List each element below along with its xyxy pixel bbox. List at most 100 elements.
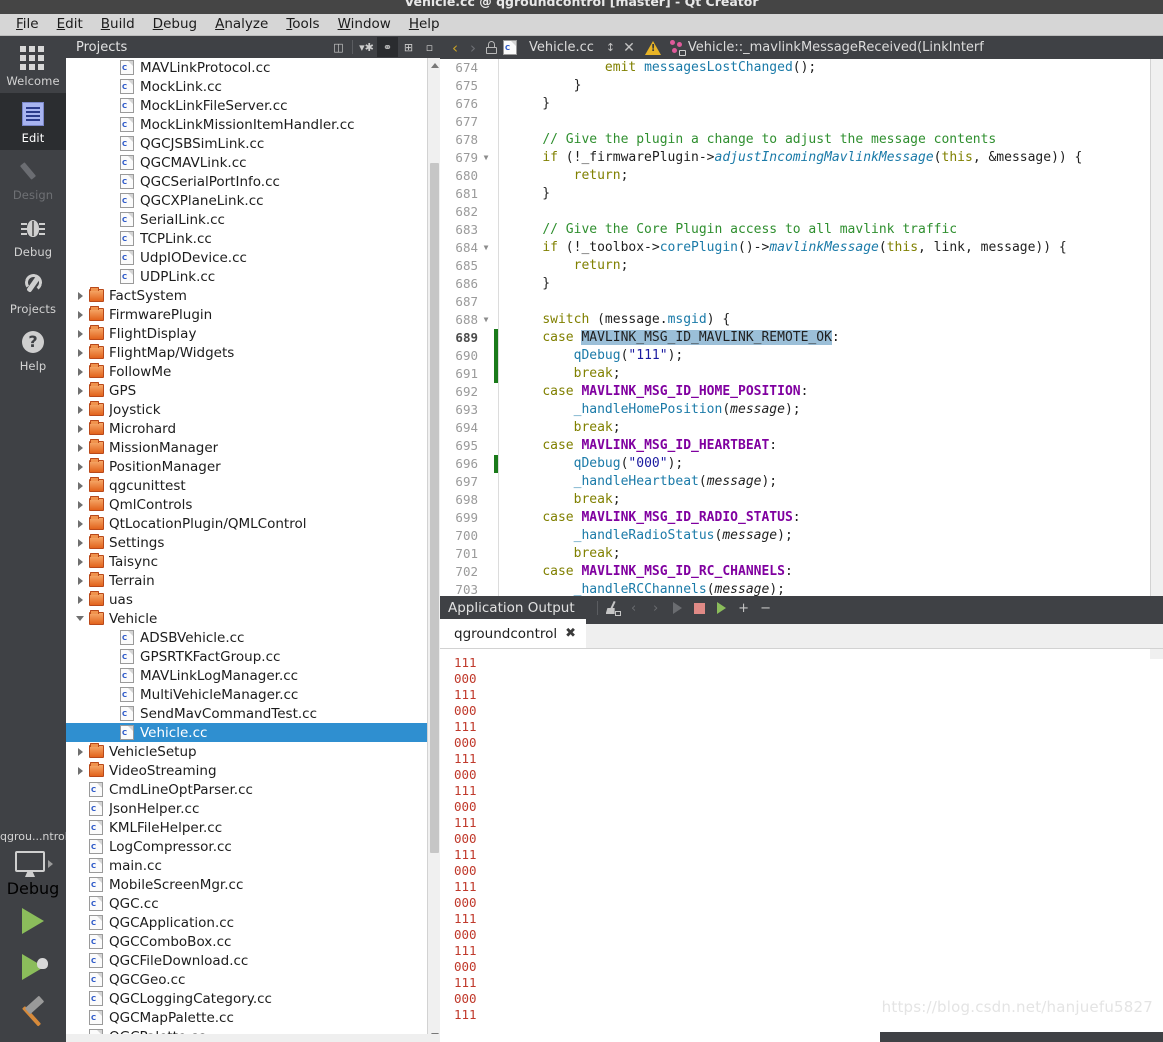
build-button[interactable] [0, 990, 66, 1038]
code-line[interactable]: 694 break; [440, 419, 1083, 437]
tree-file-row[interactable]: C ADSBVehicle.cc [66, 628, 440, 647]
zoom-out-icon[interactable]: − [755, 597, 777, 619]
chevron-right-icon[interactable] [76, 500, 85, 509]
tree-folder-row[interactable]: FlightDisplay [66, 324, 440, 343]
tree-file-row[interactable]: C QGC.cc [66, 894, 440, 913]
tree-file-row[interactable]: C MultiVehicleManager.cc [66, 685, 440, 704]
sync-selection-icon[interactable]: ◫ [328, 37, 349, 57]
code-line[interactable]: 685 return; [440, 257, 1083, 275]
code-line[interactable]: 703 _handleRCChannels(message); [440, 581, 1083, 596]
tree-folder-row[interactable]: MissionManager [66, 438, 440, 457]
tree-file-row[interactable]: C QGCApplication.cc [66, 913, 440, 932]
tree-folder-row[interactable]: PositionManager [66, 457, 440, 476]
close-icon[interactable]: ✖ [565, 626, 576, 641]
tree-file-row[interactable]: C TCPLink.cc [66, 229, 440, 248]
project-tree-scrollbar[interactable] [427, 58, 441, 1042]
attach-debugger-icon[interactable] [711, 597, 733, 619]
tree-folder-row[interactable]: QmlControls [66, 495, 440, 514]
code-line[interactable]: 677 [440, 113, 1083, 131]
tree-folder-row[interactable]: qgcunittest [66, 476, 440, 495]
chevron-right-icon[interactable] [76, 766, 85, 775]
split-add-icon[interactable]: ⊞ [398, 37, 419, 57]
navigate-forward-icon[interactable]: › [464, 39, 482, 57]
code-line[interactable]: 679 ▼ if (!_firmwarePlugin->adjustIncomin… [440, 149, 1083, 167]
next-item-icon[interactable]: › [645, 597, 667, 619]
output-console[interactable]: 111 000 111 000 111 000 111 000 111 000 111 000 111 0… [440, 649, 1163, 1042]
code-line[interactable]: 678 // Give the plugin a change to adjus… [440, 131, 1083, 149]
menu-analyze[interactable]: Analyze [206, 15, 277, 34]
tree-folder-row[interactable]: Taisync [66, 552, 440, 571]
tree-folder-row[interactable]: VideoStreaming [66, 761, 440, 780]
current-symbol-label[interactable]: Vehicle::_mavlinkMessageReceived(LinkInt… [688, 40, 984, 55]
tree-file-row[interactable]: C MockLinkMissionItemHandler.cc [66, 115, 440, 134]
menu-debug[interactable]: Debug [144, 15, 206, 34]
editor-scrollbar[interactable] [1150, 59, 1163, 596]
run-icon[interactable] [667, 597, 689, 619]
chevron-right-icon[interactable] [76, 538, 85, 547]
menu-window[interactable]: Window [329, 15, 400, 34]
kit-selector[interactable]: qgrou...ntrol Debug [0, 830, 66, 1042]
tree-file-row[interactable]: C QGCJSBSimLink.cc [66, 134, 440, 153]
output-tab-qgroundcontrol[interactable]: qgroundcontrol ✖ [440, 619, 587, 648]
chevron-right-icon[interactable] [76, 405, 85, 414]
tree-folder-row[interactable]: GPS [66, 381, 440, 400]
tree-folder-row[interactable]: FlightMap/Widgets [66, 343, 440, 362]
code-line[interactable]: 695 case MAVLINK_MSG_ID_HEARTBEAT: [440, 437, 1083, 455]
chevron-right-icon[interactable] [76, 481, 85, 490]
tree-file-row[interactable]: C GPSRTKFactGroup.cc [66, 647, 440, 666]
code-line[interactable]: 688 ▼ switch (message.msgid) { [440, 311, 1083, 329]
chevron-right-icon[interactable] [76, 386, 85, 395]
tree-file-row[interactable]: C QGCLoggingCategory.cc [66, 989, 440, 1008]
chevron-right-icon[interactable] [76, 519, 85, 528]
tree-file-row[interactable]: C MobileScreenMgr.cc [66, 875, 440, 894]
chevron-right-icon[interactable] [76, 310, 85, 319]
code-line[interactable]: 692 case MAVLINK_MSG_ID_HOME_POSITION: [440, 383, 1083, 401]
code-line[interactable]: 675 } [440, 77, 1083, 95]
mode-button-help[interactable]: ? Help [0, 321, 66, 378]
scrollbar-thumb[interactable] [430, 163, 439, 853]
code-line[interactable]: 690 qDebug("111"); [440, 347, 1083, 365]
tree-file-row[interactable]: C LogCompressor.cc [66, 837, 440, 856]
tree-folder-row[interactable]: Joystick [66, 400, 440, 419]
close-document-icon[interactable]: ✕ [623, 40, 635, 56]
tree-file-row[interactable]: C MAVLinkLogManager.cc [66, 666, 440, 685]
unlocked-icon[interactable] [484, 40, 500, 56]
code-line[interactable]: 698 break; [440, 491, 1083, 509]
fold-collapse-icon[interactable]: ▼ [478, 149, 494, 167]
clear-output-icon[interactable] [601, 597, 623, 619]
stop-icon[interactable] [689, 597, 711, 619]
fold-collapse-icon[interactable]: ▼ [478, 239, 494, 257]
tree-folder-row[interactable]: FactSystem [66, 286, 440, 305]
tree-file-row[interactable]: C QGCFileDownload.cc [66, 951, 440, 970]
chevron-right-icon[interactable] [76, 348, 85, 357]
tree-file-row[interactable]: C UdpIODevice.cc [66, 248, 440, 267]
tree-file-row[interactable]: C UDPLink.cc [66, 267, 440, 286]
code-line[interactable]: 683 // Give the Core Plugin access to al… [440, 221, 1083, 239]
tree-file-row[interactable]: C MAVLinkProtocol.cc [66, 58, 440, 77]
navigate-back-icon[interactable]: ‹ [446, 39, 464, 57]
tree-file-row[interactable]: C MockLinkFileServer.cc [66, 96, 440, 115]
tree-file-row[interactable]: C CmdLineOptParser.cc [66, 780, 440, 799]
chevron-right-icon[interactable] [76, 462, 85, 471]
tree-file-row[interactable]: C JsonHelper.cc [66, 799, 440, 818]
code-line[interactable]: 684 ▼ if (!_toolbox->corePlugin()->mavlin… [440, 239, 1083, 257]
editor-file-selector[interactable]: C Vehicle.cc [503, 40, 594, 55]
code-line[interactable]: 680 return; [440, 167, 1083, 185]
tree-folder-row[interactable]: Vehicle [66, 609, 440, 628]
code-line[interactable]: 691 break; [440, 365, 1083, 383]
tree-folder-row[interactable]: Microhard [66, 419, 440, 438]
code-line[interactable]: 682 [440, 203, 1083, 221]
chevron-right-icon[interactable] [76, 576, 85, 585]
tree-folder-row[interactable]: FollowMe [66, 362, 440, 381]
mode-button-design[interactable]: Design [0, 150, 66, 207]
code-line[interactable]: 689 case MAVLINK_MSG_ID_MAVLINK_REMOTE_O… [440, 329, 1083, 347]
tree-file-row[interactable]: C QGCXPlaneLink.cc [66, 191, 440, 210]
tree-folder-row[interactable]: VehicleSetup [66, 742, 440, 761]
start-debugging-button[interactable] [0, 944, 66, 990]
output-console-scrollbar[interactable] [1150, 649, 1163, 659]
code-line[interactable]: 700 _handleRadioStatus(message); [440, 527, 1083, 545]
prev-item-icon[interactable]: ‹ [623, 597, 645, 619]
menu-help[interactable]: Help [400, 15, 449, 34]
menu-file[interactable]: File [7, 15, 48, 34]
tree-file-row[interactable]: C QGCComboBox.cc [66, 932, 440, 951]
